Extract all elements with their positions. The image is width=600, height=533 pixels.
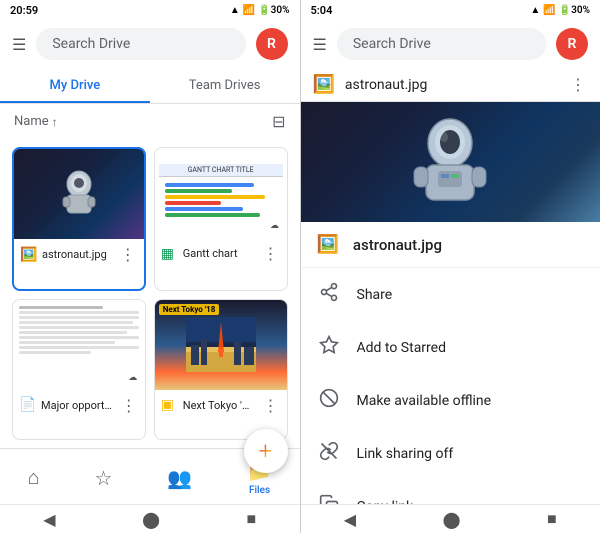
avatar-left[interactable]: R: [256, 28, 288, 60]
system-bar-right: ◀ ⬤ ■: [301, 504, 600, 533]
more-menu-tokyo[interactable]: ⋮: [261, 396, 281, 415]
menu-item-offline[interactable]: Make available offline: [301, 374, 600, 427]
menu-item-offline-label: Make available offline: [357, 393, 492, 409]
status-bar-left: 20:59 ▲ 📶 🔋30%: [0, 0, 300, 20]
more-btn-header[interactable]: ⋮: [568, 75, 588, 94]
file-type-icon-tokyo: ▣: [161, 397, 177, 413]
nav-files-label: Files: [249, 485, 270, 496]
sort-label: Name: [14, 114, 49, 129]
file-info-gantt: ▦ Gantt chart ⋮: [155, 238, 287, 269]
right-panel: 5:04 ▲ 📶 🔋30% ☰ Search Drive R 🖼️ astron…: [301, 0, 600, 533]
astronaut-preview: [301, 102, 600, 222]
status-icons-left: ▲ 📶 🔋30%: [230, 5, 290, 16]
name-sort[interactable]: Name ↑: [14, 114, 58, 129]
file-card-doc[interactable]: ☁ 📄 Major opportunity ... ⋮: [12, 299, 146, 441]
tokyo-thumb-icon: [186, 317, 256, 372]
search-bar-left: ☰ Search Drive R: [0, 20, 300, 68]
search-placeholder-left: Search Drive: [52, 36, 130, 52]
fab-add[interactable]: +: [244, 429, 288, 473]
cloud-icon-gantt: ☁: [267, 218, 283, 234]
file-icon-header: 🖼️: [313, 74, 335, 95]
context-menu: 🖼️ astronaut.jpg Share Add to Starred: [301, 222, 600, 504]
list-view-icon[interactable]: ⊟: [272, 112, 285, 131]
menu-item-share[interactable]: Share: [301, 268, 600, 321]
menu-item-link-sharing[interactable]: Link sharing off: [301, 427, 600, 480]
file-info-astronaut: 🖼️ astronaut.jpg ⋮: [14, 239, 144, 270]
fab-plus-icon: +: [259, 437, 273, 465]
tab-team-drives[interactable]: Team Drives: [150, 68, 300, 103]
file-type-icon-astronaut: 🖼️: [20, 247, 36, 263]
home-button-right[interactable]: ⬤: [443, 510, 461, 529]
file-name-gantt: Gantt chart: [183, 247, 255, 260]
system-bar-left: ◀ ⬤ ■: [0, 504, 300, 533]
file-card-astronaut[interactable]: 🖼️ astronaut.jpg ⋮: [12, 147, 146, 291]
hamburger-icon-right[interactable]: ☰: [313, 35, 327, 54]
file-info-tokyo: ▣ Next Tokyo '18 提案 | Co... ⋮: [155, 390, 287, 421]
search-placeholder-right: Search Drive: [353, 36, 431, 52]
file-card-gantt[interactable]: GANTT CHART TITLE ☁ ▦ Gantt chart ⋮: [154, 147, 288, 291]
copy-link-icon: [317, 494, 341, 504]
search-input-left[interactable]: Search Drive: [36, 28, 245, 60]
file-thumbnail-gantt: GANTT CHART TITLE ☁: [155, 148, 287, 238]
file-type-icon-doc: 📄: [19, 397, 35, 413]
search-input-right[interactable]: Search Drive: [337, 28, 546, 60]
file-info-doc: 📄 Major opportunity ... ⋮: [13, 390, 145, 421]
back-button-right[interactable]: ◀: [344, 510, 356, 529]
more-menu-astronaut[interactable]: ⋮: [118, 245, 138, 264]
hamburger-icon[interactable]: ☰: [12, 35, 26, 54]
menu-file-item: 🖼️ astronaut.jpg: [301, 222, 600, 268]
more-menu-gantt[interactable]: ⋮: [261, 244, 281, 263]
cloud-icon-doc: ☁: [125, 370, 141, 386]
file-header-right: 🖼️ astronaut.jpg ⋮: [301, 68, 600, 102]
sort-arrow-icon: ↑: [52, 115, 58, 129]
recents-button-left[interactable]: ■: [247, 509, 257, 529]
astronaut-thumb-icon: [59, 169, 99, 219]
nav-shared[interactable]: 👥: [159, 464, 200, 492]
menu-item-copy-link[interactable]: Copy link: [301, 480, 600, 504]
menu-file-icon: 🖼️: [317, 234, 339, 255]
avatar-right[interactable]: R: [556, 28, 588, 60]
menu-item-share-label: Share: [357, 287, 393, 303]
link-sharing-icon: [317, 441, 341, 466]
home-icon: ⌂: [27, 465, 39, 490]
status-icons-right: ▲ 📶 🔋30%: [530, 5, 590, 16]
file-thumbnail-tokyo: Next Tokyo '18: [155, 300, 287, 390]
home-button-left[interactable]: ⬤: [142, 510, 160, 529]
time-left: 20:59: [10, 4, 38, 17]
back-button-left[interactable]: ◀: [43, 510, 55, 529]
menu-item-starred[interactable]: Add to Starred: [301, 321, 600, 374]
menu-file-name: astronaut.jpg: [353, 236, 442, 254]
menu-item-starred-label: Add to Starred: [357, 340, 446, 356]
star-icon: ☆: [94, 466, 112, 490]
astronaut-preview-icon: [410, 115, 490, 210]
menu-item-link-sharing-label: Link sharing off: [357, 446, 454, 462]
recents-button-right[interactable]: ■: [547, 509, 557, 529]
file-card-tokyo[interactable]: Next Tokyo '18 ▣ Next Tokyo '18 提案 | Co.…: [154, 299, 288, 441]
file-thumbnail-doc: ☁: [13, 300, 145, 390]
offline-icon: [317, 388, 341, 413]
file-name-tokyo: Next Tokyo '18 提案 | Co...: [183, 397, 255, 413]
file-header-name: astronaut.jpg: [345, 77, 558, 93]
tabs-left: My Drive Team Drives: [0, 68, 300, 104]
nav-home[interactable]: ⌂: [19, 463, 47, 492]
file-thumbnail-astronaut: [14, 149, 144, 239]
tab-my-drive[interactable]: My Drive: [0, 68, 150, 103]
time-right: 5:04: [311, 4, 333, 17]
file-name-astronaut: astronaut.jpg: [42, 248, 112, 261]
file-name-doc: Major opportunity ...: [41, 399, 113, 412]
files-grid: 🖼️ astronaut.jpg ⋮ GANTT CHART TITLE: [0, 139, 300, 448]
file-type-icon-gantt: ▦: [161, 246, 177, 262]
left-panel: 20:59 ▲ 📶 🔋30% ☰ Search Drive R My Drive…: [0, 0, 300, 533]
people-icon: 👥: [167, 466, 192, 490]
astronaut-bg: [301, 102, 600, 222]
sort-bar: Name ↑ ⊟: [0, 104, 300, 139]
nav-starred[interactable]: ☆: [86, 464, 120, 492]
star-outline-icon: [317, 335, 341, 360]
status-bar-right: 5:04 ▲ 📶 🔋30%: [301, 0, 600, 20]
share-icon: [317, 282, 341, 307]
search-bar-right: ☰ Search Drive R: [301, 20, 600, 68]
more-menu-doc[interactable]: ⋮: [119, 396, 139, 415]
